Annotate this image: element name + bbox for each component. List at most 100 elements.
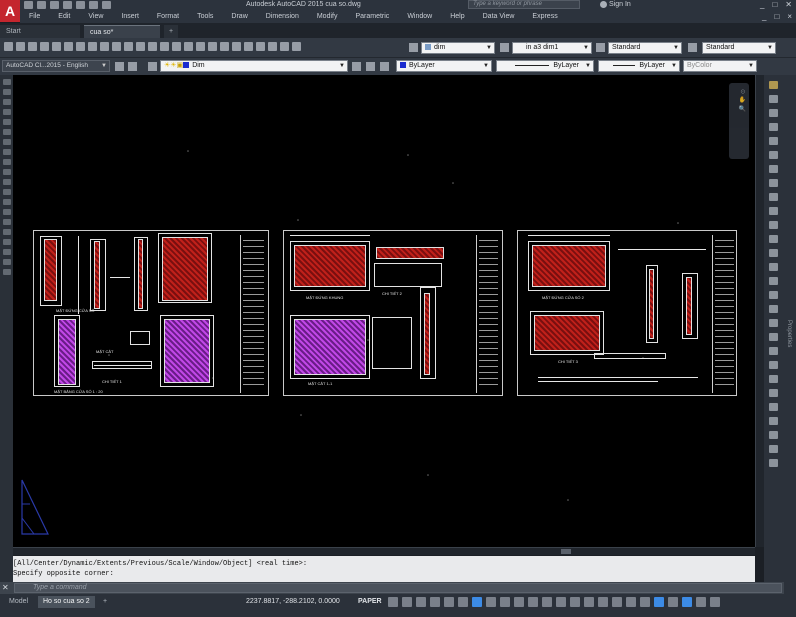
zoom-realtime-icon[interactable] — [184, 42, 193, 51]
search-input[interactable]: Type a keyword or phrase — [468, 0, 580, 9]
customization-menu-icon[interactable] — [710, 597, 720, 607]
point-icon[interactable] — [2, 209, 11, 215]
layer-off-icon[interactable] — [769, 375, 778, 383]
layer-iso-icon[interactable] — [769, 361, 778, 369]
table-icon[interactable] — [2, 249, 11, 255]
lineweight-combo[interactable]: ByLayer ▼ — [598, 60, 680, 72]
workspace-settings-icon[interactable] — [115, 62, 124, 71]
save-icon[interactable] — [50, 1, 59, 9]
construction-line-icon[interactable] — [2, 89, 11, 95]
pencil-icon[interactable] — [769, 81, 778, 89]
open-file-icon[interactable] — [16, 42, 25, 51]
redo-toolbar-icon[interactable] — [160, 42, 169, 51]
chamfer-icon[interactable] — [769, 277, 778, 285]
properties-palette-label[interactable]: Properties — [786, 320, 792, 347]
menu-data-view[interactable]: Data View — [474, 11, 524, 23]
polar-icon[interactable] — [430, 597, 440, 607]
layer-match-icon[interactable] — [769, 417, 778, 425]
open-icon[interactable] — [37, 1, 46, 9]
menu-dimension[interactable]: Dimension — [257, 11, 308, 23]
isolate-objects-icon[interactable] — [668, 597, 678, 607]
menu-help[interactable]: Help — [441, 11, 473, 23]
layer-freeze-icon[interactable] — [769, 389, 778, 397]
region-icon[interactable] — [2, 239, 11, 245]
minimize-button[interactable]: _ — [760, 0, 764, 10]
snap-icon[interactable] — [402, 597, 412, 607]
osnap-icon[interactable] — [472, 597, 482, 607]
navigation-bar[interactable]: ⊙ ✋ 🔍 — [729, 83, 749, 159]
transparency-icon[interactable] — [500, 597, 510, 607]
menu-format[interactable]: Format — [148, 11, 188, 23]
polyline-icon[interactable] — [2, 99, 11, 105]
hatch-icon[interactable] — [2, 219, 11, 225]
break-icon[interactable] — [769, 249, 778, 257]
sheet-set-icon[interactable] — [256, 42, 265, 51]
array-icon[interactable] — [769, 151, 778, 159]
layer-delete-icon[interactable] — [769, 459, 778, 467]
move-icon[interactable] — [769, 165, 778, 173]
tab-cua-so[interactable]: cua so* — [84, 25, 160, 38]
extend-icon[interactable] — [769, 235, 778, 243]
mirror-icon[interactable] — [769, 123, 778, 131]
maximize-button[interactable]: □ — [772, 0, 777, 10]
paper-space-toggle[interactable]: PAPER — [358, 596, 382, 608]
rectangle-icon[interactable] — [2, 119, 11, 125]
layer-walk-icon[interactable] — [769, 431, 778, 439]
menu-edit[interactable]: Edit — [49, 11, 79, 23]
menu-tools[interactable]: Tools — [188, 11, 222, 23]
quick-properties-icon[interactable] — [640, 597, 650, 607]
polygon-icon[interactable] — [2, 109, 11, 115]
fillet-icon[interactable] — [769, 291, 778, 299]
layer-combo[interactable]: ☀☀▣ Dim ▼ — [160, 60, 348, 72]
publish-icon[interactable] — [64, 42, 73, 51]
revision-cloud-icon[interactable] — [2, 149, 11, 155]
lineweight-display-icon[interactable] — [486, 597, 496, 607]
color-combo[interactable]: ByLayer ▼ — [396, 60, 492, 72]
menu-modify[interactable]: Modify — [308, 11, 347, 23]
annotation-scale-status-icon[interactable] — [584, 597, 594, 607]
model-tab[interactable]: Model — [4, 596, 33, 608]
erase-icon[interactable] — [769, 95, 778, 103]
text-style-combo[interactable]: Standard ▼ — [608, 42, 682, 54]
undo-icon[interactable] — [89, 1, 98, 9]
explode-icon[interactable] — [769, 305, 778, 313]
layer-merge-icon[interactable] — [769, 445, 778, 453]
annotation-scale-combo[interactable]: in a3 dim1 ▼ — [512, 42, 592, 54]
layer-state-icon[interactable] — [380, 62, 389, 71]
line-tool-icon[interactable] — [2, 79, 11, 85]
copy-icon[interactable] — [100, 42, 109, 51]
coordinates-display[interactable]: 2237.8817, -288.2102, 0.0000 — [246, 596, 340, 608]
markup-icon[interactable] — [268, 42, 277, 51]
vertical-scrollbar[interactable] — [755, 75, 764, 547]
table-style-combo[interactable]: Standard ▼ — [702, 42, 776, 54]
linetype-combo[interactable]: ByLayer ▼ — [496, 60, 594, 72]
close-command-line-icon[interactable]: ✕ — [2, 583, 9, 592]
ungroup-icon[interactable] — [769, 333, 778, 341]
add-selected-icon[interactable] — [2, 269, 11, 275]
make-current-icon[interactable] — [352, 62, 361, 71]
spline-icon[interactable] — [2, 159, 11, 165]
ortho-icon[interactable] — [416, 597, 426, 607]
quickcalc-icon[interactable] — [280, 42, 289, 51]
copy-object-icon[interactable] — [769, 109, 778, 117]
new-tab-button[interactable]: + — [164, 25, 178, 38]
units-icon[interactable] — [626, 597, 636, 607]
customize-icon[interactable] — [128, 62, 137, 71]
horizontal-scrollbar[interactable] — [13, 547, 755, 555]
gradient-icon[interactable] — [2, 229, 11, 235]
menu-draw[interactable]: Draw — [222, 11, 256, 23]
workspace-switch-icon[interactable] — [598, 597, 608, 607]
stretch-icon[interactable] — [769, 207, 778, 215]
menu-express[interactable]: Express — [523, 11, 566, 23]
save-file-icon[interactable] — [28, 42, 37, 51]
menu-parametric[interactable]: Parametric — [346, 11, 398, 23]
qnew-icon[interactable] — [4, 42, 13, 51]
application-menu-button[interactable]: A — [0, 0, 20, 22]
menu-view[interactable]: View — [79, 11, 112, 23]
zoom-window-icon[interactable] — [196, 42, 205, 51]
layer-lock-icon[interactable] — [769, 403, 778, 411]
make-block-icon[interactable] — [2, 199, 11, 205]
dynamic-ucs-icon[interactable] — [542, 597, 552, 607]
isodraft-icon[interactable] — [444, 597, 454, 607]
selection-cycling-icon[interactable] — [514, 597, 524, 607]
